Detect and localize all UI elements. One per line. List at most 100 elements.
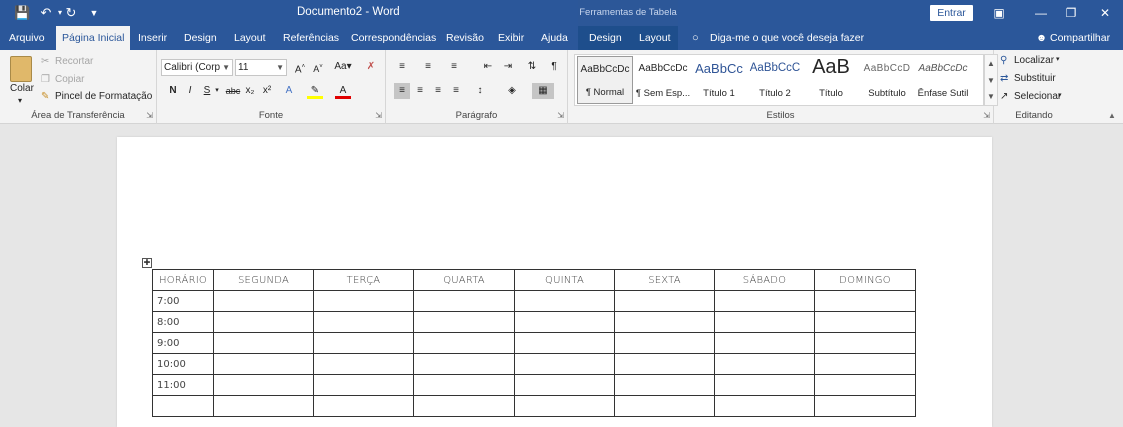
table-cell[interactable] [313,290,414,312]
italic-button[interactable]: I [182,83,198,99]
format-painter-button[interactable]: Pincel de Formatação [55,91,152,102]
time-cell[interactable]: 9:00 [152,332,214,354]
shading-icon[interactable]: ◈ [504,83,520,99]
time-cell[interactable]: 10:00 [152,353,214,375]
borders-icon[interactable]: ▦ [532,83,554,99]
table-cell[interactable] [814,290,916,312]
find-button[interactable]: Localizar [1014,55,1054,66]
collapse-ribbon-icon[interactable]: ▲ [1108,111,1116,120]
clipboard-launcher-icon[interactable]: ⇲ [146,111,153,120]
style-no-spacing[interactable]: AaBbCcDc ¶ Sem Esp... [635,56,691,104]
table-cell[interactable] [714,374,815,396]
table-cell[interactable] [213,311,314,333]
bold-button[interactable]: N [165,83,181,99]
table-cell[interactable] [413,353,515,375]
show-marks-icon[interactable]: ¶ [546,59,562,75]
tab-correspondencias[interactable]: Correspondências [351,26,436,50]
share-button[interactable]: Compartilhar [1050,26,1110,50]
signin-button[interactable]: Entrar [930,5,973,21]
table-cell[interactable] [514,353,615,375]
table-cell[interactable] [213,332,314,354]
multilevel-list-icon[interactable]: ≡ [446,59,462,75]
restore-icon[interactable]: ❐ [1062,4,1080,22]
table-cell[interactable] [213,374,314,396]
tell-me-input[interactable]: Diga-me o que você deseja fazer [710,26,864,50]
header-cell[interactable]: SÁBADO [714,269,815,291]
table-cell[interactable] [213,395,314,417]
table-cell[interactable] [714,290,815,312]
table-cell[interactable] [714,311,815,333]
align-center-icon[interactable]: ≡ [412,83,428,99]
table-cell[interactable] [614,374,715,396]
tab-arquivo[interactable]: Arquivo [9,26,45,50]
increase-indent-icon[interactable]: ⇥ [500,59,516,75]
save-icon[interactable]: 💾 [14,5,30,21]
ribbon-display-icon[interactable]: ▣ [990,4,1008,22]
change-case-button[interactable]: Aa▾ [331,59,355,75]
style-heading-2[interactable]: AaBbCcC Título 2 [747,56,803,104]
tab-table-layout[interactable]: Layout [639,26,671,50]
document-page[interactable]: ✚ HORÁRIO SEGUNDA TERÇA QUARTA QUINTA SE… [117,137,992,427]
strikethrough-button[interactable]: abc [223,83,243,99]
clear-formatting-icon[interactable]: ✗ [363,59,379,75]
table-cell[interactable] [714,395,815,417]
copy-button[interactable]: Copiar [55,74,84,85]
table-cell[interactable] [514,311,615,333]
table-cell[interactable] [313,395,414,417]
table-cell[interactable] [714,353,815,375]
table-cell[interactable] [514,374,615,396]
style-title[interactable]: AaB Título [803,56,859,104]
tab-design[interactable]: Design [184,26,217,50]
table-cell[interactable] [614,311,715,333]
table-cell[interactable] [413,332,515,354]
shrink-font-button[interactable]: A˅ [310,59,326,75]
time-cell[interactable]: 11:00 [152,374,214,396]
font-color-icon[interactable]: A [335,83,351,99]
table-cell[interactable] [614,353,715,375]
customize-toolbar-icon[interactable]: ▼ [86,5,102,21]
font-family-select[interactable]: Calibri (Corp ▼ [161,59,233,76]
decrease-indent-icon[interactable]: ⇤ [480,59,496,75]
grow-font-button[interactable]: A˄ [292,59,308,75]
cut-button[interactable]: Recortar [55,56,93,67]
table-cell[interactable] [814,395,916,417]
time-cell[interactable]: 7:00 [152,290,214,312]
align-right-icon[interactable]: ≡ [430,83,446,99]
justify-icon[interactable]: ≡ [448,83,464,99]
paste-icon[interactable] [10,56,32,82]
minimize-icon[interactable]: — [1032,4,1050,22]
table-cell[interactable] [614,290,715,312]
subscript-button[interactable]: x₂ [242,83,258,99]
table-cell[interactable] [814,374,916,396]
redo-icon[interactable]: ↻ [63,5,79,21]
table-cell[interactable] [313,311,414,333]
table-cell[interactable] [614,332,715,354]
find-dropdown-icon[interactable]: ▾ [1056,55,1060,63]
highlight-icon[interactable]: ✎ [307,83,323,99]
replace-button[interactable]: Substituir [1014,73,1056,84]
table-cell[interactable] [313,332,414,354]
text-effects-icon[interactable]: A [281,83,297,99]
table-cell[interactable] [514,290,615,312]
tab-inserir[interactable]: Inserir [138,26,167,50]
bullets-icon[interactable]: ≡ [394,59,410,75]
tab-layout[interactable]: Layout [234,26,266,50]
table-cell[interactable] [714,332,815,354]
align-left-icon[interactable]: ≡ [394,83,410,99]
table-cell[interactable] [514,332,615,354]
font-launcher-icon[interactable]: ⇲ [375,111,382,120]
style-heading-1[interactable]: AaBbCc Título 1 [691,56,747,104]
header-cell[interactable]: SEGUNDA [213,269,314,291]
tab-revisao[interactable]: Revisão [446,26,484,50]
header-cell[interactable]: HORÁRIO [152,269,214,291]
tab-pagina-inicial[interactable]: Página Inicial [56,26,131,50]
font-size-select[interactable]: 11 ▼ [235,59,287,76]
line-spacing-icon[interactable]: ↕ [472,83,488,99]
table-cell[interactable] [814,353,916,375]
header-cell[interactable]: QUARTA [413,269,515,291]
schedule-table[interactable]: HORÁRIO SEGUNDA TERÇA QUARTA QUINTA SEXT… [152,269,916,417]
sort-icon[interactable]: ⇅ [524,59,540,75]
paragraph-launcher-icon[interactable]: ⇲ [557,111,564,120]
tab-referencias[interactable]: Referências [283,26,339,50]
paste-button[interactable]: Colar [10,83,34,94]
